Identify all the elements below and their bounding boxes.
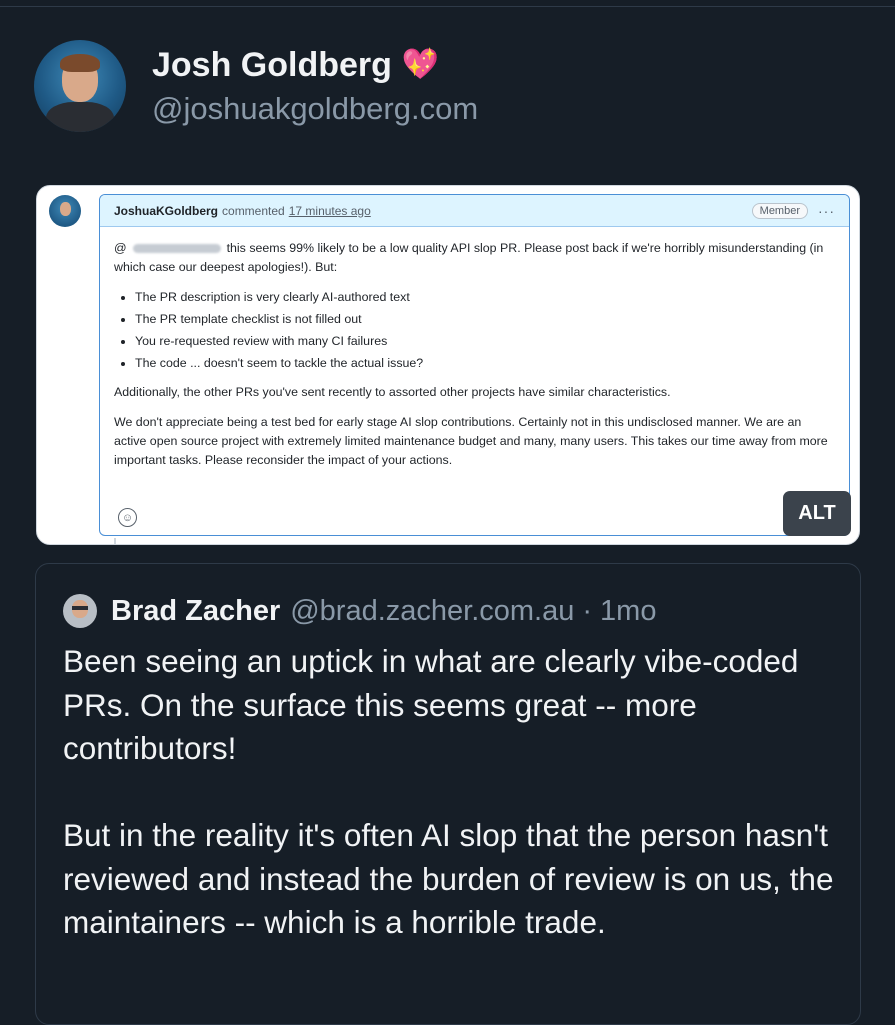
post-author[interactable]: Josh Goldberg 💖 @joshuakgoldberg.com	[34, 40, 478, 132]
comment-bullet-list: The PR description is very clearly AI-au…	[114, 288, 835, 373]
comment-time: 17 minutes ago	[288, 203, 371, 218]
embedded-image[interactable]: JoshuaKGoldberg commented 17 minutes ago…	[36, 185, 860, 545]
separator-dot: ·	[582, 594, 593, 627]
quoted-author-handle[interactable]: @brad.zacher.com.au	[290, 595, 574, 628]
list-item: The code ... doesn't seem to tackle the …	[135, 354, 835, 373]
mention-prefix: @	[114, 241, 127, 255]
list-item: The PR description is very clearly AI-au…	[135, 288, 835, 307]
quoted-post[interactable]: Brad Zacher @brad.zacher.com.au · 1mo Be…	[35, 563, 861, 1025]
member-badge: Member	[751, 202, 808, 219]
quoted-post-time[interactable]: 1mo	[600, 595, 656, 628]
quoted-author-name[interactable]: Brad Zacher	[111, 595, 280, 628]
quoted-paragraph: Been seeing an uptick in what are clearl…	[63, 643, 799, 766]
alt-text-button[interactable]: ALT	[783, 491, 851, 536]
quoted-author-avatar[interactable]	[63, 594, 97, 628]
github-comment: JoshuaKGoldberg commented 17 minutes ago…	[99, 194, 850, 536]
quoted-paragraph: But in the reality it's often AI slop th…	[63, 817, 834, 940]
redacted-username	[132, 244, 221, 254]
comment-paragraph: @ this seems 99% likely to be a low quali…	[114, 239, 835, 277]
list-item: The PR template checklist is not filled …	[135, 310, 835, 329]
quoted-post-text: Been seeing an uptick in what are clearl…	[63, 640, 843, 988]
smiley-icon: ☺	[118, 508, 137, 527]
list-item: You re-requested review with many CI fai…	[135, 332, 835, 351]
top-divider	[0, 0, 895, 7]
comment-paragraph: Additionally, the other PRs you've sent …	[114, 385, 671, 399]
commenter-avatar	[49, 195, 81, 227]
comment-body: @ this seems 99% likely to be a low quali…	[100, 227, 849, 470]
comment-paragraph: We don't appreciate being a test bed for…	[114, 415, 828, 467]
comment-header: JoshuaKGoldberg commented 17 minutes ago…	[100, 195, 849, 227]
author-avatar[interactable]	[34, 40, 126, 132]
commenter-name: JoshuaKGoldberg	[114, 203, 219, 218]
timeline-line	[114, 538, 116, 544]
heart-sparkle-icon: 💖	[401, 48, 440, 81]
author-name-text: Josh Goldberg	[152, 46, 392, 84]
author-display-name[interactable]: Josh Goldberg 💖	[152, 45, 478, 85]
quoted-post-header: Brad Zacher @brad.zacher.com.au · 1mo	[63, 594, 656, 628]
commented-label: commented	[222, 203, 285, 218]
author-handle[interactable]: @joshuakgoldberg.com	[152, 91, 478, 127]
kebab-menu-icon: ···	[818, 202, 835, 219]
